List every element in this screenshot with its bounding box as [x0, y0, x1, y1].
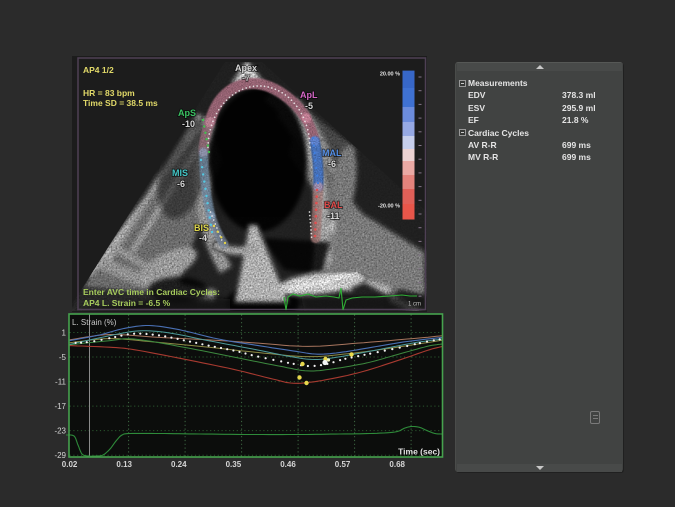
svg-text:0.02: 0.02 — [62, 460, 78, 469]
svg-text:ApS: ApS — [178, 108, 196, 118]
svg-text:AP4 1/2: AP4 1/2 — [83, 65, 114, 75]
svg-text:0.46: 0.46 — [280, 460, 296, 469]
svg-text:-11: -11 — [327, 211, 340, 221]
svg-text:1: 1 — [62, 328, 67, 337]
svg-text:-23: -23 — [54, 426, 66, 435]
svg-text:-5: -5 — [59, 353, 67, 362]
svg-text:20.00 %: 20.00 % — [380, 72, 400, 78]
svg-text:HR = 83 bpm: HR = 83 bpm — [83, 88, 135, 98]
svg-text:-10: -10 — [182, 119, 195, 129]
svg-text:Apex: Apex — [235, 63, 257, 73]
svg-text:Time (sec): Time (sec) — [398, 447, 440, 457]
svg-text:MIS: MIS — [172, 168, 188, 178]
svg-text:L. Strain (%): L. Strain (%) — [72, 318, 117, 327]
svg-text:-4: -4 — [199, 233, 207, 243]
svg-text:-20.00 %: -20.00 % — [378, 204, 400, 210]
svg-text:-6: -6 — [328, 159, 336, 169]
svg-text:MAL: MAL — [322, 148, 342, 158]
svg-text:-5: -5 — [305, 101, 313, 111]
svg-text:BIS: BIS — [194, 223, 209, 233]
svg-text:BAL: BAL — [324, 200, 343, 210]
svg-text:0.68: 0.68 — [389, 460, 405, 469]
svg-text:-7: -7 — [242, 73, 250, 83]
svg-text:0.24: 0.24 — [171, 460, 187, 469]
svg-text:0.13: 0.13 — [116, 460, 132, 469]
svg-text:-6: -6 — [177, 179, 185, 189]
svg-text:0.35: 0.35 — [226, 460, 242, 469]
svg-text:-11: -11 — [55, 377, 67, 386]
svg-text:-29: -29 — [54, 451, 66, 460]
svg-text:0.57: 0.57 — [335, 460, 351, 469]
svg-text:ApL: ApL — [300, 90, 318, 100]
svg-text:-17: -17 — [54, 402, 66, 411]
svg-text:Time SD = 38.5 ms: Time SD = 38.5 ms — [83, 98, 158, 108]
svg-text:Enter AVC time in Cardiac Cycl: Enter AVC time in Cardiac Cycles: — [83, 287, 220, 297]
